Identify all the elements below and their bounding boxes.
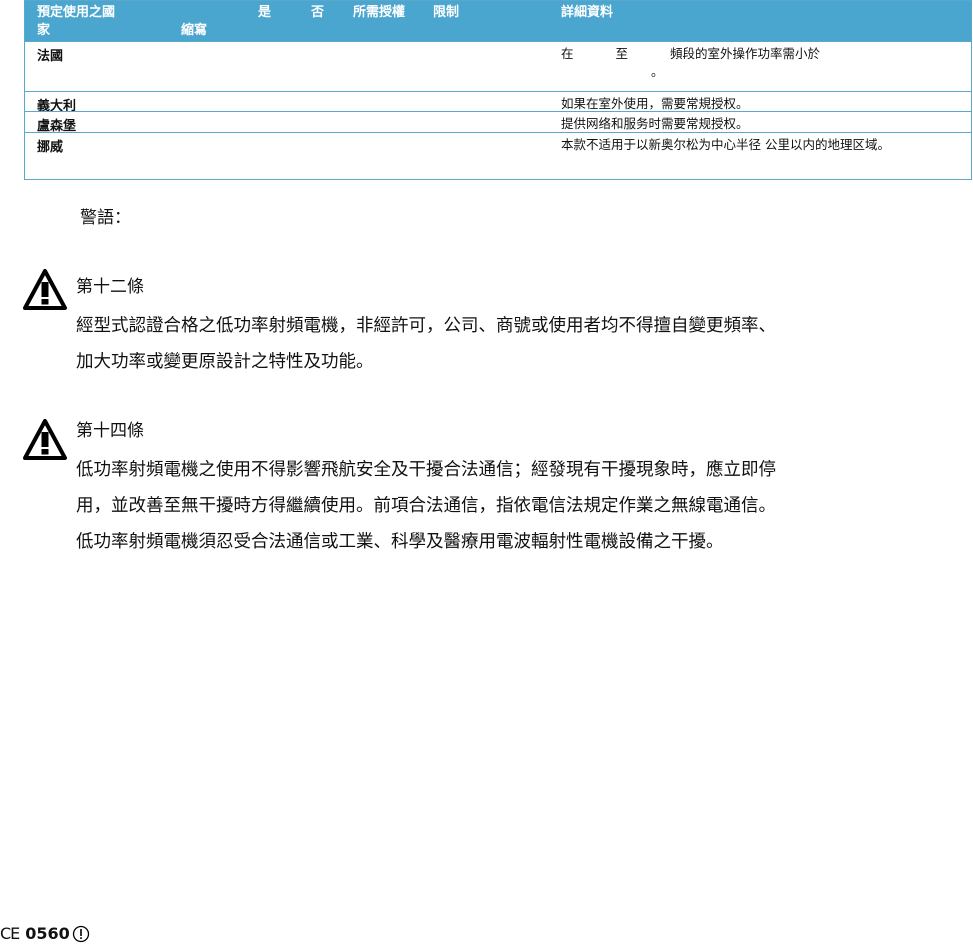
table-row: 義大利 如果在室外使用，需要常規授权。 (25, 91, 971, 114)
alert-circle-icon (72, 925, 89, 942)
table-row: 挪威 本款不适用于以新奥尔松为中心半径 公里以内的地理区域。 (25, 132, 971, 179)
row-country: 法國 (37, 49, 64, 64)
ce-mark: CE (0, 924, 20, 943)
article-14-line: 用，並改善至無干擾時方得繼續使用。前項合法通信，指依電信法規定作業之無線電通信。 (76, 496, 776, 516)
header-yes: 是 (258, 5, 272, 20)
header-country-cont: 家 (37, 23, 51, 38)
warnings-heading: 警語： (80, 208, 131, 228)
article-14-line: 低功率射頻電機之使用不得影響飛航安全及干擾合法通信；經發現有干擾現象時，應立即停 (76, 460, 776, 480)
article-14-text: 低功率射頻電機之使用不得影響飛航安全及干擾合法通信；經發現有干擾現象時，應立即停… (76, 452, 966, 560)
row-country: 挪威 (37, 140, 64, 155)
warning-triangle-icon (23, 419, 67, 460)
article-12-line: 經型式認證合格之低功率射頻電機，非經許可，公司、商號或使用者均不得擅自變更頻率、 (76, 316, 776, 336)
article-14-title: 第十四條 (76, 421, 144, 441)
header-limit: 限制 (433, 5, 460, 20)
header-country: 預定使用之國 (37, 5, 116, 20)
header-license: 所需授權 (353, 5, 406, 20)
row-detail: 提供网络和服务时需要常规授权。 (561, 116, 749, 131)
header-abbr: 縮寫 (181, 23, 208, 38)
row-detail: 本款不适用于以新奥尔松为中心半径 公里以内的地理区域。 (561, 137, 890, 152)
table-header: 預定使用之國 家 縮寫 是 否 所需授權 限制 詳細資料 (25, 1, 971, 41)
table-row: 盧森堡 提供网络和服务时需要常规授权。 (25, 111, 971, 134)
row-detail: 在 至 頻段的室外操作功率需小於 。 (561, 45, 966, 79)
warning-triangle-icon (23, 269, 67, 310)
header-detail: 詳細資料 (561, 5, 614, 20)
notified-body-number: 0560 (25, 924, 70, 943)
row-detail-sub: 。 (651, 64, 664, 79)
article-14-line: 低功率射頻電機須忍受合法通信或工業、科學及醫療用電波輻射性電機設備之干擾。 (76, 532, 724, 552)
ce-marking: CE 0560 (0, 924, 90, 943)
regulatory-table: 預定使用之國 家 縮寫 是 否 所需授權 限制 詳細資料 法國 在 至 頻段的室… (24, 0, 972, 180)
header-no: 否 (311, 5, 325, 20)
article-12-line: 加大功率或變更原設計之特性及功能。 (76, 352, 374, 372)
article-12-title: 第十二條 (76, 277, 144, 297)
article-12-text: 經型式認證合格之低功率射頻電機，非經許可，公司、商號或使用者均不得擅自變更頻率、… (76, 308, 966, 380)
table-row: 法國 在 至 頻段的室外操作功率需小於 。 (25, 41, 971, 91)
row-detail-text: 在 至 頻段的室外操作功率需小於 (561, 46, 820, 61)
